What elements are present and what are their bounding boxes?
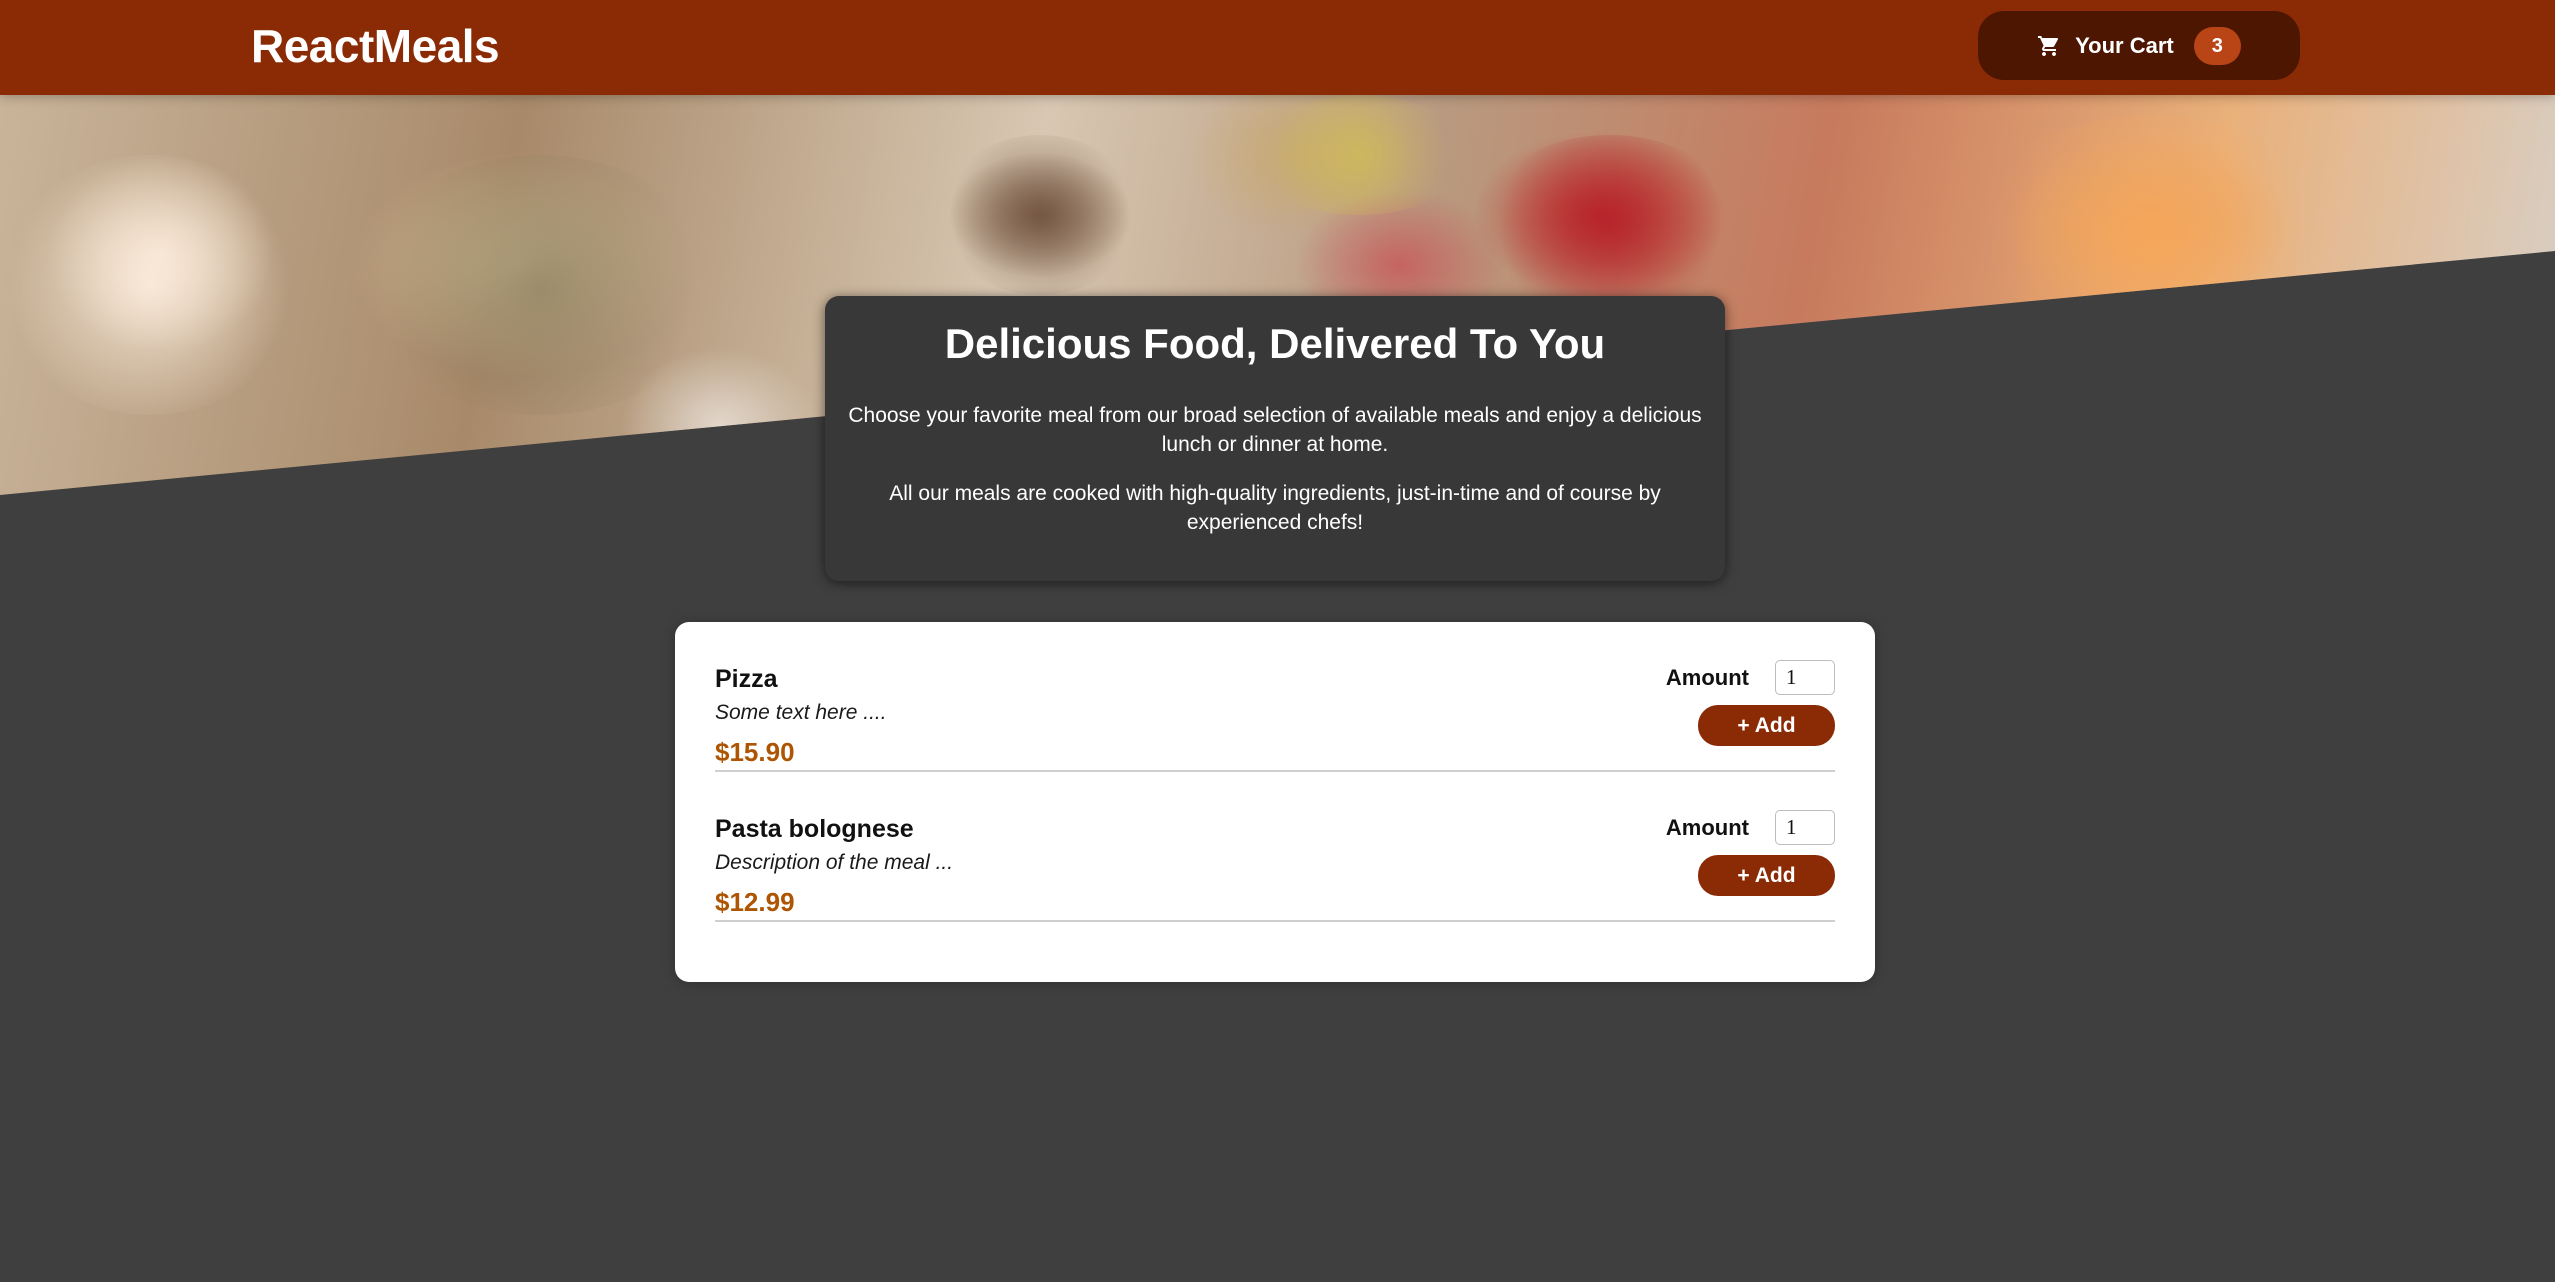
food-plate-decoration: [1480, 135, 1740, 315]
app-header: ReactMeals Your Cart 3: [0, 0, 2555, 95]
cart-count-badge: 3: [2193, 26, 2241, 65]
meal-order-form: Amount + Add: [1666, 772, 1835, 920]
meal-name: Pasta bolognese: [715, 815, 914, 843]
food-plate-decoration: [360, 155, 720, 415]
cart-button[interactable]: Your Cart 3: [1978, 11, 2300, 80]
summary-paragraph-1: Choose your favorite meal from our broad…: [848, 404, 1702, 456]
summary-paragraph-2: All our meals are cooked with high-quali…: [889, 482, 1661, 534]
meal-item-pizza: Pizza Some text here .... $15.90 Amount …: [715, 622, 1835, 772]
brand-title: ReactMeals: [251, 20, 500, 72]
cart-icon: [2037, 34, 2061, 58]
food-plate-decoration: [940, 135, 1140, 295]
food-plate-decoration: [0, 155, 300, 415]
meal-price: $15.90: [715, 737, 795, 767]
amount-row: Amount: [1666, 660, 1835, 695]
cart-label: Your Cart: [2075, 32, 2174, 58]
summary-title: Delicious Food, Delivered To You: [944, 320, 1606, 367]
meal-description: Some text here ....: [715, 701, 887, 724]
meal-price: $12.99: [715, 887, 795, 917]
meals-summary: Delicious Food, Delivered To You Choose …: [825, 296, 1725, 581]
amount-row: Amount: [1666, 810, 1835, 845]
meal-info: Pizza Some text here .... $15.90: [715, 622, 887, 770]
amount-label: Amount: [1665, 814, 1749, 840]
amount-input[interactable]: [1775, 810, 1835, 845]
meal-description: Description of the meal ...: [715, 851, 954, 874]
amount-label: Amount: [1665, 664, 1749, 690]
available-meals-card: Pizza Some text here .... $15.90 Amount …: [675, 622, 1875, 982]
meal-info: Pasta bolognese Description of the meal …: [715, 772, 953, 920]
amount-input[interactable]: [1775, 660, 1835, 695]
meal-order-form: Amount + Add: [1666, 622, 1835, 770]
add-button[interactable]: + Add: [1698, 855, 1835, 896]
food-plate-decoration: [1250, 95, 1470, 215]
meal-item-pasta-bolognese: Pasta bolognese Description of the meal …: [715, 772, 1835, 922]
food-plate-decoration: [1960, 115, 2340, 375]
add-button[interactable]: + Add: [1698, 705, 1835, 746]
meal-name: Pizza: [715, 665, 778, 693]
